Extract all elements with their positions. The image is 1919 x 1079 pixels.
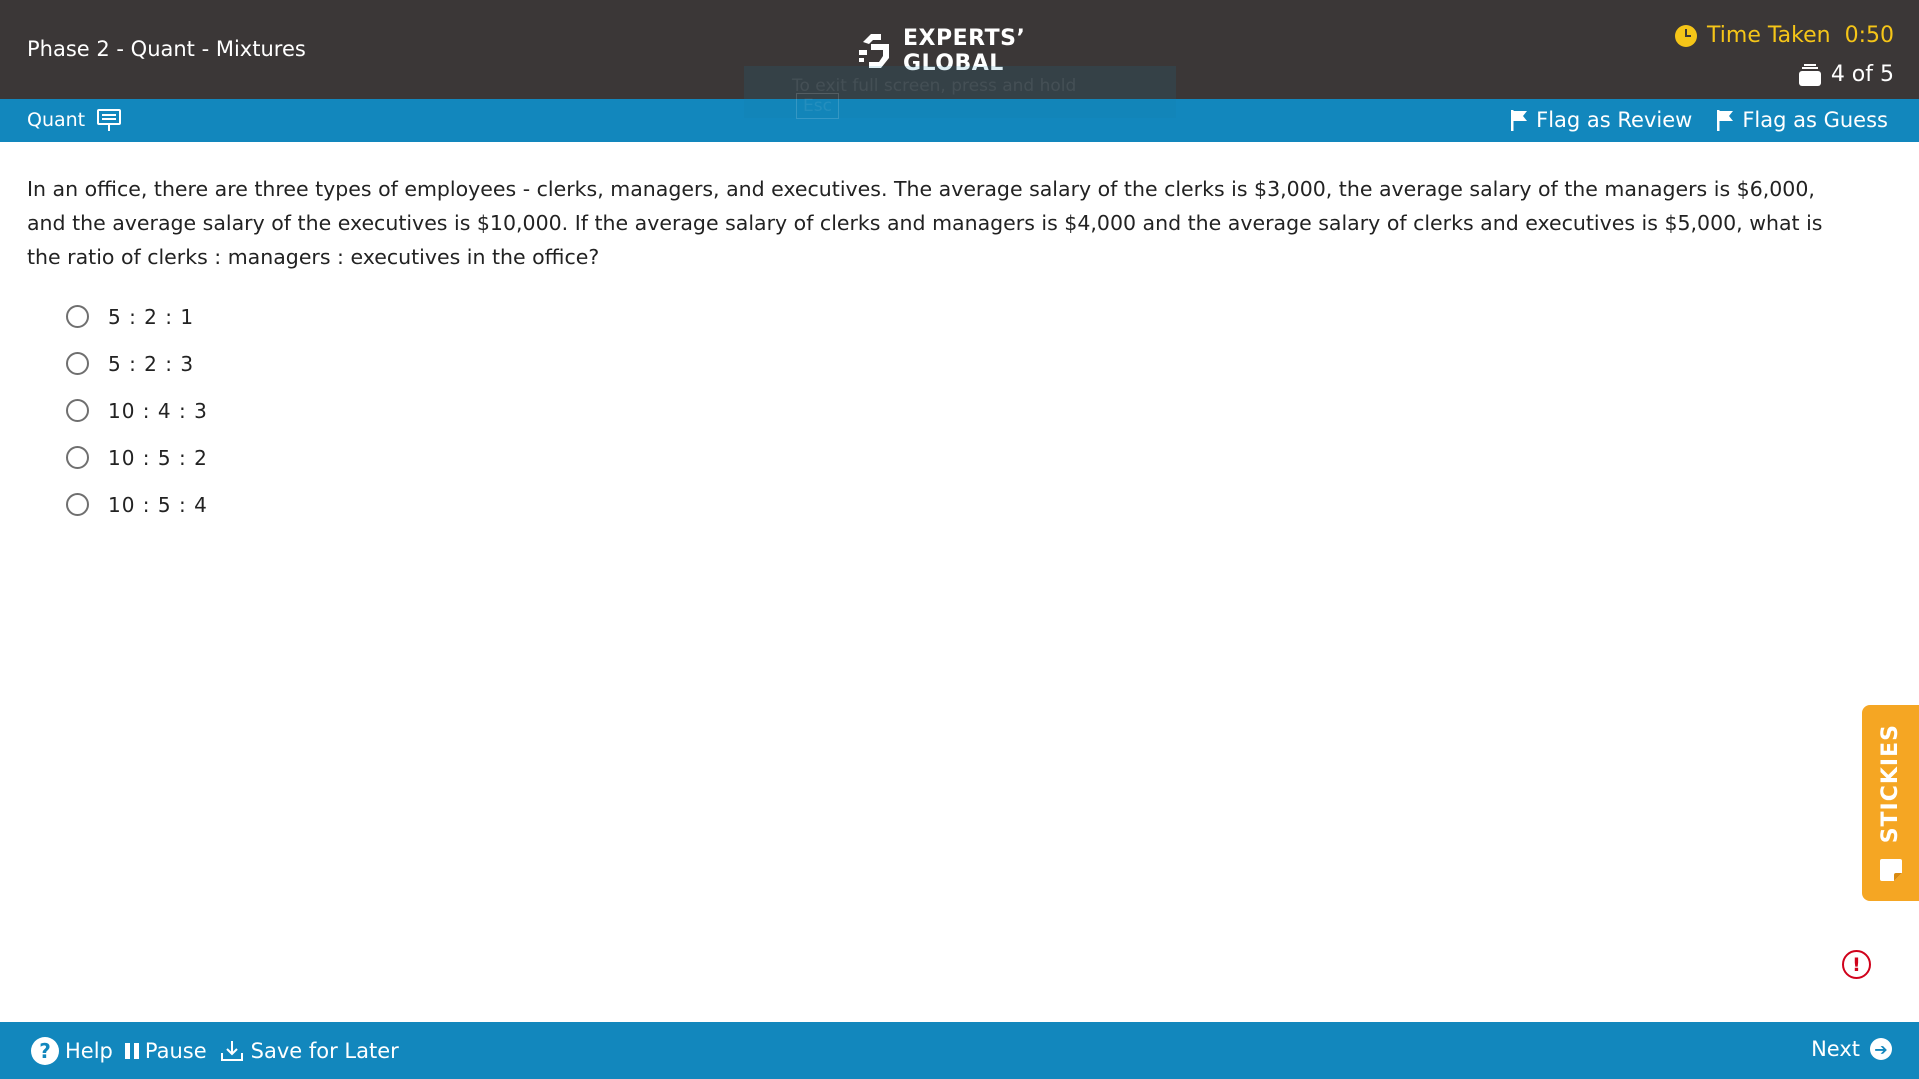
option-label: 10 : 5 : 4: [108, 492, 208, 517]
bottom-left-actions: ? Help Pause Save for Later: [31, 1037, 399, 1065]
clock-icon: [1675, 24, 1698, 47]
fullscreen-exit-hint: To exit full screen, press and hold Esc: [744, 66, 1176, 119]
question-progress: 4 of 5: [1798, 62, 1894, 87]
pause-icon: [124, 1043, 139, 1059]
save-for-later-label: Save for Later: [250, 1039, 399, 1063]
save-for-later-button[interactable]: Save for Later: [219, 1038, 399, 1064]
answer-option[interactable]: 10 : 5 : 4: [66, 481, 208, 528]
time-taken: Time Taken 0:50: [1675, 23, 1894, 48]
radio-button[interactable]: [66, 446, 89, 469]
next-button[interactable]: Next ➔: [1811, 1037, 1892, 1061]
esc-key: Esc: [796, 93, 839, 119]
progress-text: 4 of 5: [1830, 62, 1894, 87]
question-stem: In an office, there are three types of e…: [27, 177, 1823, 269]
answer-option[interactable]: 5 : 2 : 1: [66, 293, 208, 340]
timer-label: Time Taken: [1707, 23, 1831, 48]
sticky-note-icon: [1879, 859, 1902, 881]
download-icon: [220, 1041, 243, 1061]
answer-option[interactable]: 5 : 2 : 3: [66, 340, 208, 387]
subject-label: Quant: [27, 109, 86, 131]
option-label: 10 : 4 : 3: [108, 398, 208, 423]
help-icon: ?: [31, 1037, 59, 1065]
radio-button[interactable]: [66, 399, 89, 422]
answer-option[interactable]: 10 : 5 : 2: [66, 434, 208, 481]
answer-options: 5 : 2 : 1 5 : 2 : 3 10 : 4 : 3 10 : 5 : …: [66, 293, 208, 528]
flag-buttons: Flag as Review Flag as Guess: [1510, 108, 1888, 132]
stickies-label: STICKIES: [1878, 723, 1903, 843]
bottom-toolbar: ? Help Pause Save for Later Next ➔: [0, 1022, 1919, 1079]
section-title: Phase 2 - Quant - Mixtures: [27, 37, 306, 61]
option-label: 5 : 2 : 1: [108, 304, 195, 329]
timer-value: 0:50: [1844, 23, 1894, 48]
stickies-tab[interactable]: STICKIES: [1862, 705, 1919, 901]
whiteboard-icon[interactable]: [97, 109, 122, 131]
radio-button[interactable]: [66, 352, 89, 375]
flag-icon: [1511, 110, 1528, 131]
flag-review-label: Flag as Review: [1536, 108, 1693, 132]
flag-icon: [1717, 110, 1734, 131]
flag-as-review-button[interactable]: Flag as Review: [1510, 108, 1692, 132]
radio-button[interactable]: [66, 493, 89, 516]
subject-label-group: Quant: [27, 109, 122, 131]
next-label: Next: [1811, 1037, 1860, 1061]
flag-guess-label: Flag as Guess: [1742, 108, 1888, 132]
answer-option[interactable]: 10 : 4 : 3: [66, 387, 208, 434]
option-label: 10 : 5 : 2: [108, 445, 208, 470]
arrow-right-icon: ➔: [1870, 1038, 1892, 1060]
flag-as-guess-button[interactable]: Flag as Guess: [1716, 108, 1888, 132]
alert-icon[interactable]: !: [1842, 950, 1871, 979]
help-button[interactable]: ? Help: [31, 1037, 113, 1065]
radio-button[interactable]: [66, 305, 89, 328]
stack-icon: [1798, 63, 1821, 86]
pause-label: Pause: [144, 1039, 207, 1063]
help-label: Help: [65, 1039, 113, 1063]
pause-button[interactable]: Pause: [124, 1039, 207, 1063]
option-label: 5 : 2 : 3: [108, 351, 195, 376]
logo-line-1: EXPERTS’: [903, 26, 1026, 51]
